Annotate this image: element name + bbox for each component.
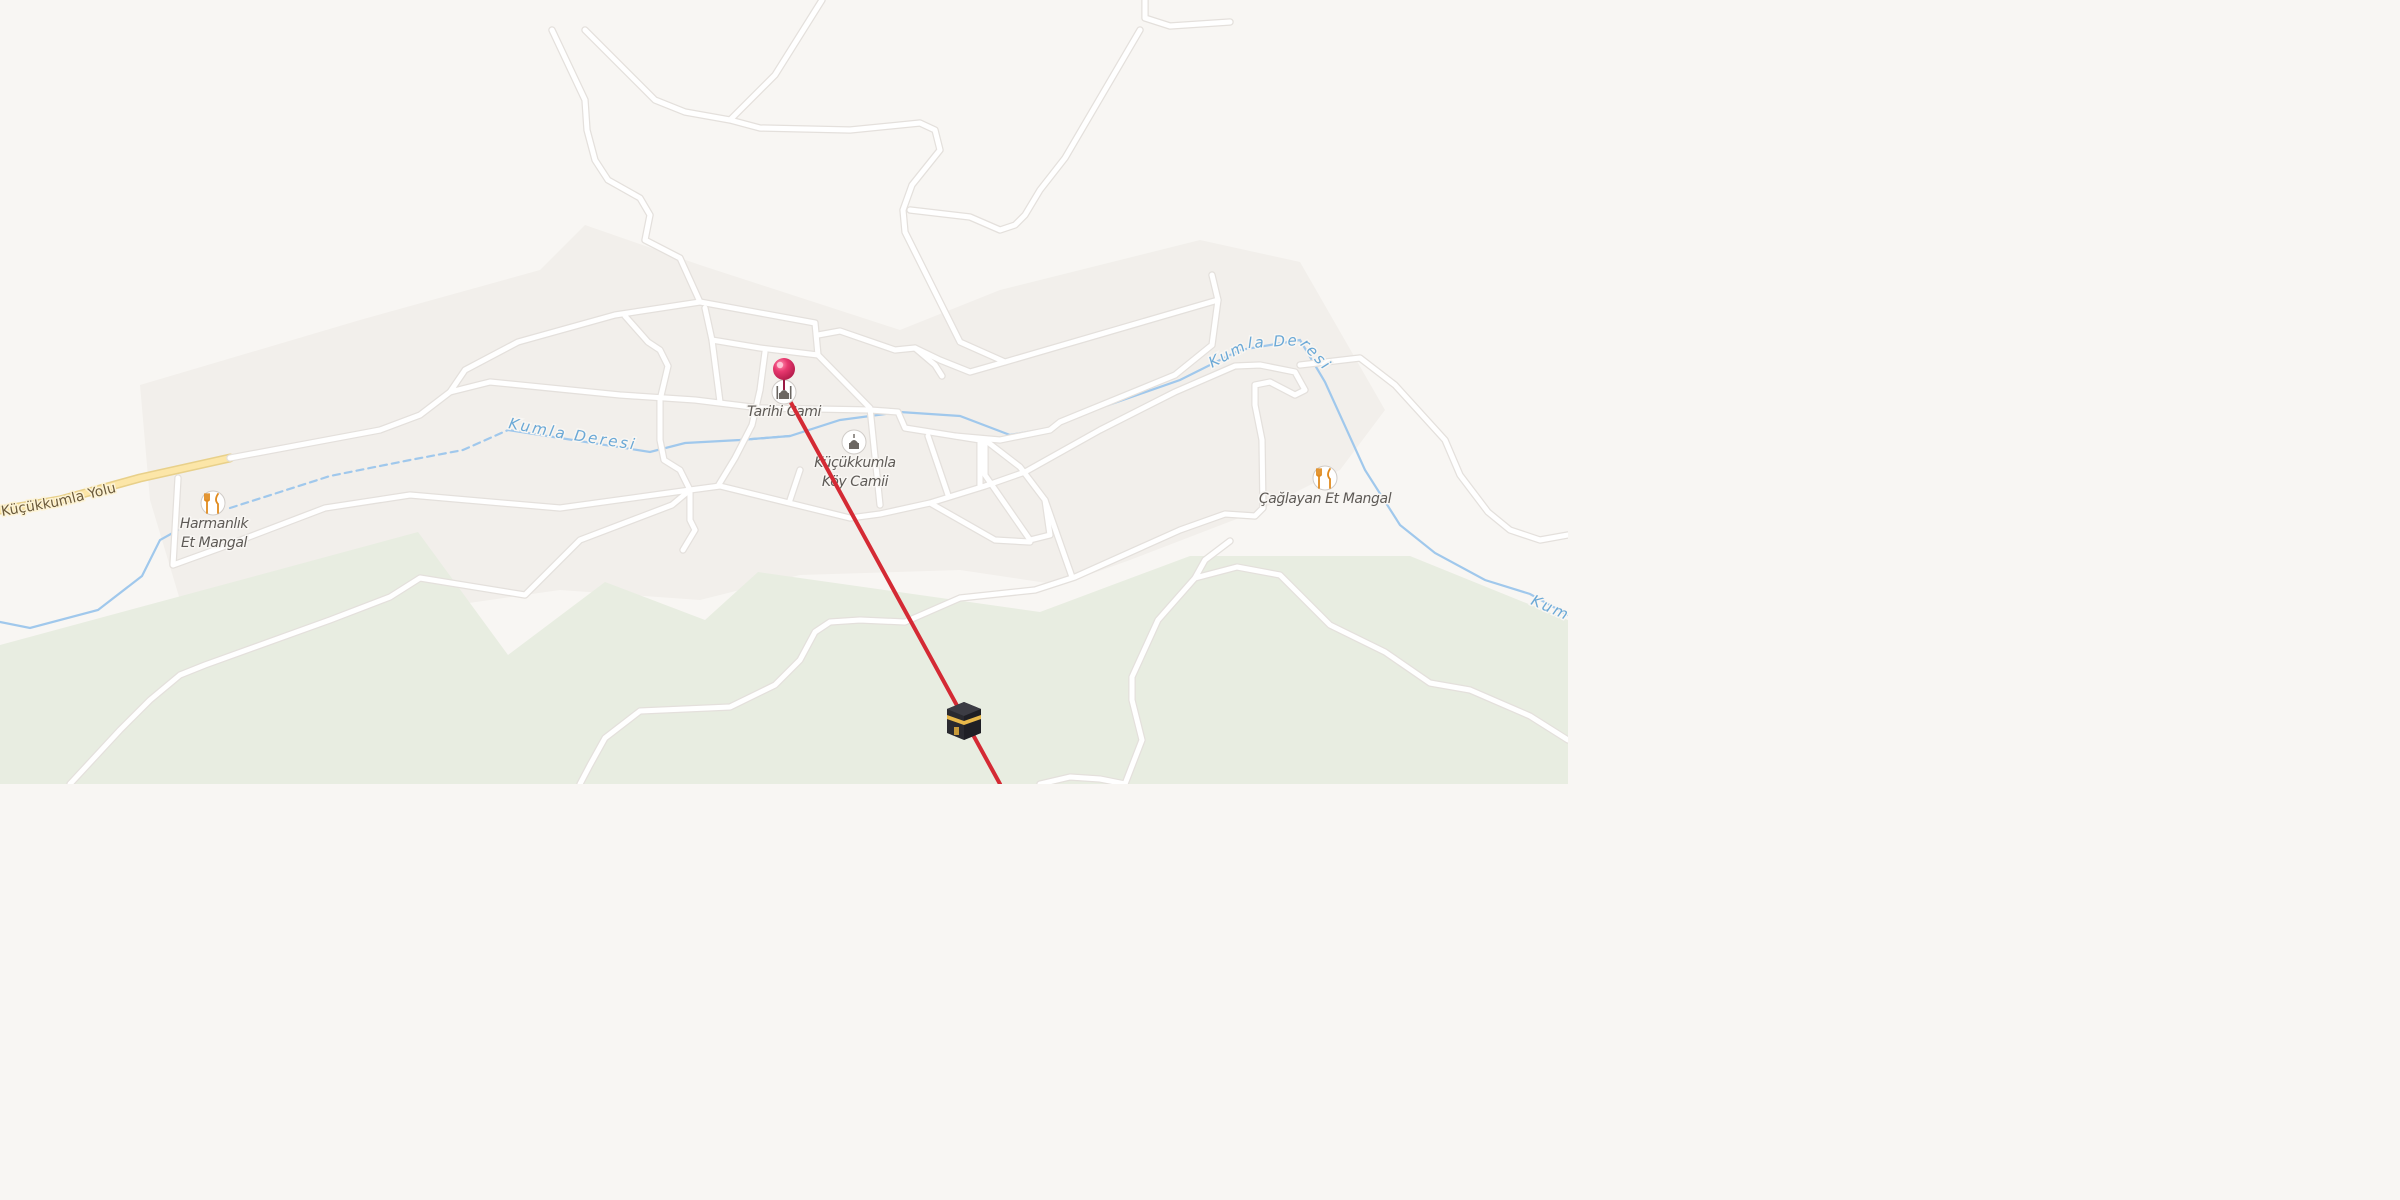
poi-label-line1: Harmanlık xyxy=(180,516,250,532)
map-svg[interactable]: Tarihi Cami Küçükkumla Köy Camii Harmanl… xyxy=(0,0,1568,784)
poi-label: Tarihi Cami xyxy=(747,404,822,420)
poi-tarihi-cami[interactable]: Tarihi Cami xyxy=(745,403,823,422)
poi-label-line2: Et Mangal xyxy=(181,535,248,551)
poi-label: Çağlayan Et Mangal xyxy=(1259,491,1392,507)
kaaba-icon[interactable] xyxy=(947,702,981,740)
map-canvas[interactable]: Tarihi Cami Küçükkumla Köy Camii Harmanl… xyxy=(0,0,1568,784)
